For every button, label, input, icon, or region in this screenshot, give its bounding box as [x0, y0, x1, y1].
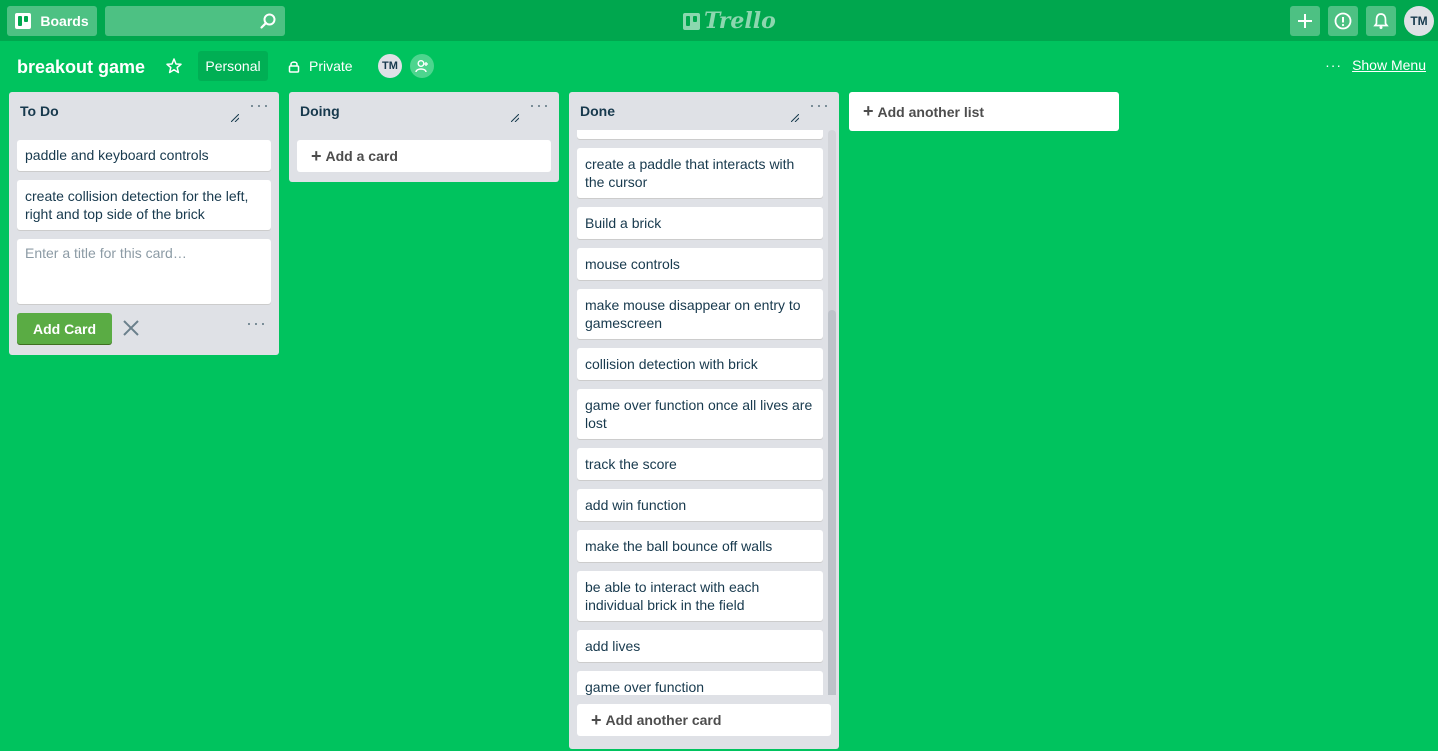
resize-icon — [511, 114, 519, 122]
info-icon — [1334, 12, 1352, 30]
list-menu-icon[interactable]: ··· — [529, 96, 549, 119]
bell-icon — [1373, 13, 1389, 29]
list-title[interactable]: Done — [580, 103, 615, 119]
list-title[interactable]: To Do — [20, 103, 59, 119]
lock-icon — [288, 60, 300, 73]
visibility-button[interactable]: Private — [282, 51, 359, 81]
list-card[interactable]: add lives — [577, 630, 823, 662]
visibility-label: Private — [309, 58, 353, 74]
list-header: Doing ··· — [289, 92, 559, 130]
add-card-button[interactable]: + Add a card — [297, 140, 551, 172]
list-card[interactable]: make mouse disappear on entry to gamescr… — [577, 289, 823, 339]
list-card[interactable]: mouse controls — [577, 248, 823, 280]
boards-icon — [15, 13, 32, 29]
list-menu-icon[interactable]: ··· — [809, 96, 829, 119]
list-done: Done ··· create a paddle that interacts … — [569, 92, 839, 749]
add-list-label: Add another list — [877, 103, 985, 120]
star-icon[interactable] — [165, 57, 183, 75]
plus-icon — [1298, 14, 1312, 28]
close-icon[interactable] — [122, 319, 140, 337]
add-person-icon — [415, 60, 428, 73]
add-card-label: Add another card — [605, 712, 722, 728]
invite-member-button[interactable] — [410, 54, 434, 78]
trello-logo[interactable]: Trello — [683, 8, 776, 34]
plus-icon: + — [591, 709, 602, 730]
done-cards: create a paddle that interacts with the … — [569, 130, 831, 695]
plus-icon: + — [311, 145, 322, 166]
scrollbar-thumb[interactable] — [828, 310, 836, 695]
list-card[interactable]: collision detection with brick — [577, 348, 823, 380]
list-card[interactable]: Build a brick — [577, 207, 823, 239]
trello-logo-icon — [683, 12, 700, 30]
show-menu-button[interactable]: ··· Show Menu — [1325, 57, 1426, 73]
resize-icon — [231, 114, 239, 122]
composer-controls: Add Card ··· — [17, 313, 271, 351]
board-title[interactable]: breakout game — [17, 55, 145, 79]
list-card[interactable]: game over function — [577, 671, 823, 695]
list-card[interactable]: paddle and keyboard controls — [17, 140, 271, 171]
user-avatar[interactable]: TM — [1404, 6, 1434, 36]
boards-button[interactable]: Boards — [7, 6, 97, 36]
list-header: Done ··· — [569, 92, 839, 130]
plus-icon: + — [863, 101, 874, 121]
list-menu-icon[interactable]: ··· — [249, 96, 269, 119]
add-list-button[interactable]: + Add another list — [849, 92, 1119, 131]
resize-icon — [791, 114, 799, 122]
create-button[interactable] — [1290, 6, 1320, 36]
member-avatar[interactable]: TM — [378, 54, 402, 78]
notifications-button[interactable] — [1366, 6, 1396, 36]
list-card[interactable]: make the ball bounce off walls — [577, 530, 823, 562]
list-card[interactable]: be able to interact with each individual… — [577, 571, 823, 621]
boards-label: Boards — [40, 13, 89, 29]
list-card[interactable]: create a paddle that interacts with the … — [577, 148, 823, 198]
list-card[interactable]: track the score — [577, 448, 823, 480]
logo-text: Trello — [704, 8, 776, 34]
team-button[interactable]: Personal — [198, 51, 268, 81]
list-header: To Do ··· — [9, 92, 279, 130]
list-card[interactable]: add win function — [577, 489, 823, 521]
list-card-partial[interactable] — [577, 130, 823, 139]
list-doing: Doing ··· + Add a card — [289, 92, 559, 182]
card-list-scroll[interactable]: create a paddle that interacts with the … — [569, 130, 839, 695]
add-card-button[interactable]: Add Card — [17, 313, 112, 344]
top-header: Boards Trello TM — [0, 0, 1438, 41]
list-title[interactable]: Doing — [300, 103, 340, 119]
list-card[interactable]: create collision detection for the left,… — [17, 180, 271, 230]
more-icon: ··· — [1325, 57, 1343, 73]
card-title-input[interactable] — [25, 245, 263, 295]
list-todo: To Do ··· paddle and keyboard controls c… — [9, 92, 279, 355]
search-input[interactable] — [105, 6, 285, 36]
list-card[interactable]: game over function once all lives are lo… — [577, 389, 823, 439]
info-button[interactable] — [1328, 6, 1358, 36]
composer-options-icon[interactable]: ··· — [246, 314, 267, 332]
add-card-label: Add a card — [325, 148, 398, 164]
search-icon — [260, 13, 276, 29]
show-menu-label: Show Menu — [1352, 57, 1426, 73]
card-composer[interactable] — [17, 239, 271, 304]
add-card-button[interactable]: + Add another card — [577, 704, 831, 736]
